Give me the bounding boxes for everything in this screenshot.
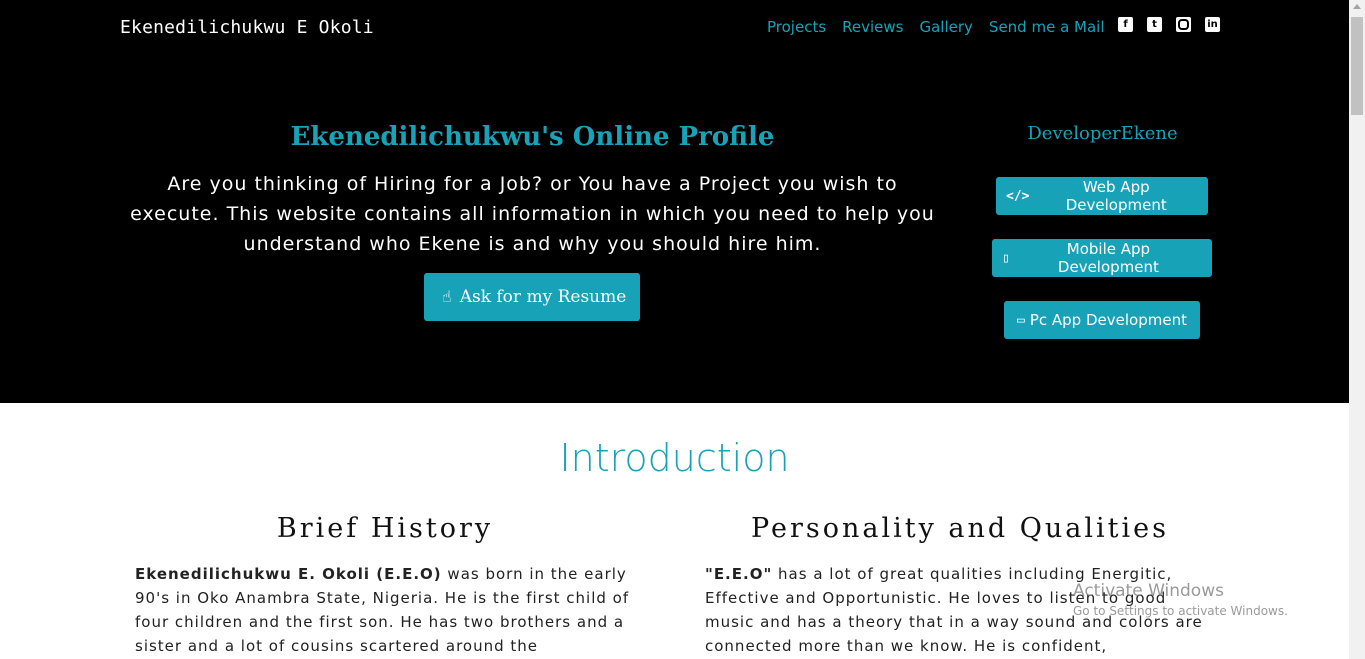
hero-title: Ekenedilichukwu's Online Profile xyxy=(290,122,775,152)
vertical-scrollbar[interactable] xyxy=(1349,0,1365,659)
ask-resume-label: Ask for my Resume xyxy=(459,287,627,307)
page: Ekenedilichukwu E Okoli Projects Reviews… xyxy=(0,0,1365,659)
side-title: DeveloperEkene xyxy=(1027,123,1178,144)
intro-title: Introduction xyxy=(559,436,790,480)
web-app-label: Web App Development xyxy=(1065,178,1167,214)
hero-section: Ekenedilichukwu E Okoli Projects Reviews… xyxy=(0,0,1349,403)
personality-bold: "E.E.O" xyxy=(705,565,773,583)
mobile-app-label: Mobile App Development xyxy=(1057,240,1159,276)
scroll-thumb[interactable] xyxy=(1351,17,1363,115)
linkedin-icon[interactable]: in xyxy=(1205,17,1220,32)
brief-history-heading: Brief History xyxy=(276,513,494,544)
web-app-button[interactable]: </> Web App Development xyxy=(996,177,1208,215)
code-icon: </> xyxy=(1006,188,1030,204)
personality-heading: Personality and Qualities xyxy=(751,513,1169,544)
brief-history-bold: Ekenedilichukwu E. Okoli (E.E.O) xyxy=(135,565,442,583)
instagram-icon[interactable] xyxy=(1176,17,1191,32)
hand-point-icon: ☝ xyxy=(441,287,452,306)
twitter-icon[interactable]: t xyxy=(1147,17,1162,32)
social-links: f t in xyxy=(1118,17,1220,32)
brand-name[interactable]: Ekenedilichukwu E Okoli xyxy=(120,17,374,38)
laptop-icon: ▭ xyxy=(1017,312,1025,328)
scroll-up-icon[interactable] xyxy=(1353,4,1361,9)
facebook-icon[interactable]: f xyxy=(1118,17,1133,32)
top-nav: Projects Reviews Gallery Send me a Mail xyxy=(767,18,1105,36)
hero-description: Are you thinking of Hiring for a Job? or… xyxy=(130,173,935,255)
mobile-icon: ▯ xyxy=(1002,250,1010,266)
activate-windows-watermark: Activate Windows Go to Settings to activ… xyxy=(1073,581,1288,618)
mobile-app-button[interactable]: ▯ Mobile App Development xyxy=(992,239,1212,277)
ask-resume-button[interactable]: ☝ Ask for my Resume xyxy=(424,273,640,321)
nav-projects[interactable]: Projects xyxy=(767,18,826,36)
nav-reviews[interactable]: Reviews xyxy=(842,18,903,36)
pc-app-button[interactable]: ▭ Pc App Development xyxy=(1004,301,1200,339)
nav-gallery[interactable]: Gallery xyxy=(919,18,972,36)
nav-send-mail[interactable]: Send me a Mail xyxy=(989,18,1105,36)
watermark-line2: Go to Settings to activate Windows. xyxy=(1073,604,1288,618)
pc-app-label: Pc App Development xyxy=(1029,311,1187,329)
watermark-line1: Activate Windows xyxy=(1073,581,1224,601)
brief-history-text: Ekenedilichukwu E. Okoli (E.E.O) was bor… xyxy=(135,562,645,658)
